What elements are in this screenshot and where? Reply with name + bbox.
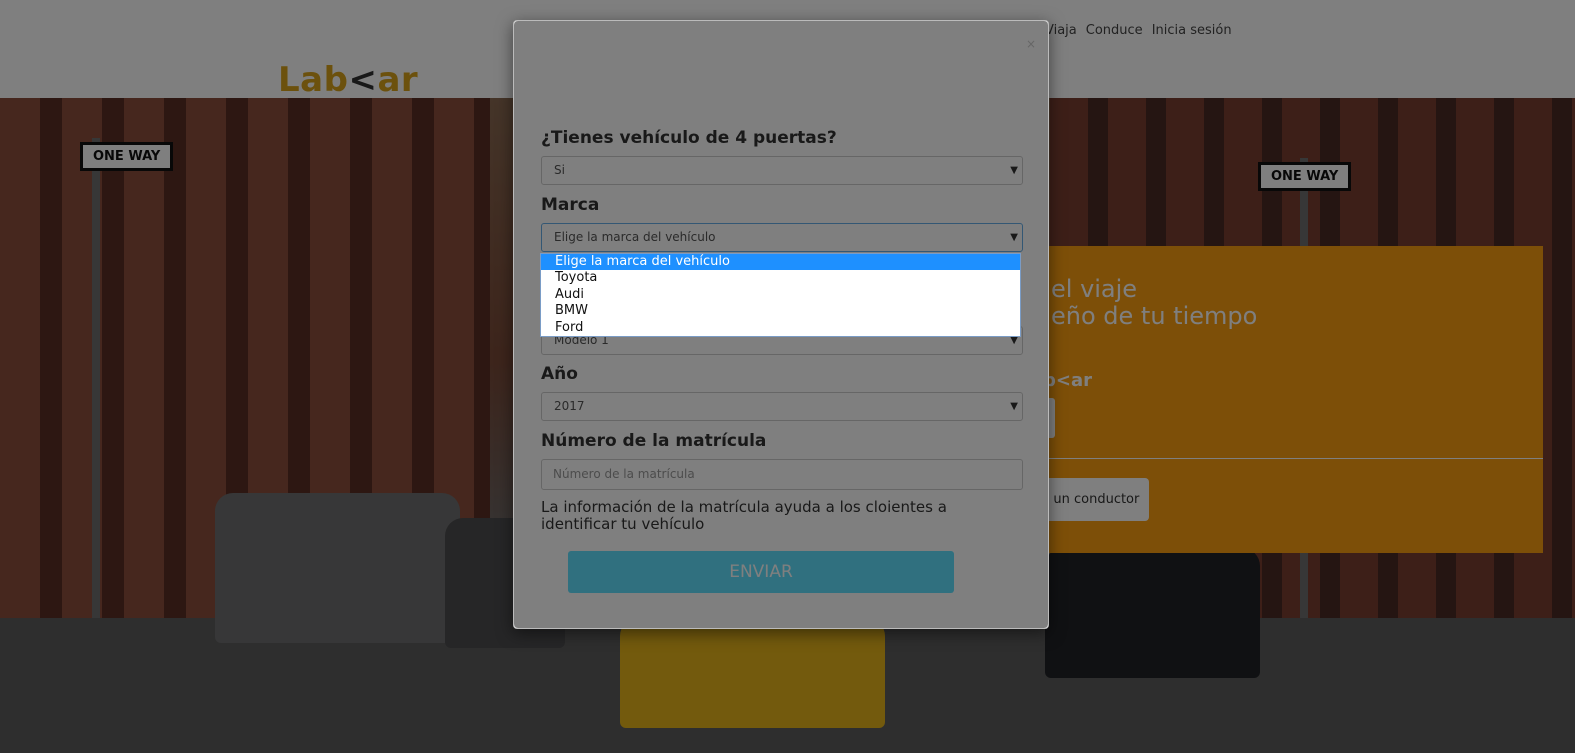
plate-input[interactable]: Número de la matrícula	[541, 459, 1023, 490]
brand-option-bmw[interactable]: BMW	[541, 303, 1020, 319]
brand-option-ford[interactable]: Ford	[541, 320, 1020, 336]
doors-select[interactable]: Si ▼	[541, 156, 1023, 185]
submit-button[interactable]: ENVIAR	[568, 551, 954, 593]
close-icon[interactable]: ×	[1026, 37, 1036, 51]
brand-dropdown-list: Elige la marca del vehículo Toyota Audi …	[540, 253, 1021, 337]
brand-select-value: Elige la marca del vehículo	[554, 230, 716, 244]
modal-header: ×	[514, 21, 1048, 65]
plate-help-text: La información de la matrícula ayuda a l…	[541, 498, 947, 533]
doors-question-label: ¿Tienes vehículo de 4 puertas?	[541, 128, 837, 148]
year-select-value: 2017	[554, 399, 585, 413]
year-select[interactable]: 2017 ▼	[541, 392, 1023, 421]
plate-label: Número de la matrícula	[541, 431, 767, 451]
caret-down-icon: ▼	[1010, 401, 1018, 412]
brand-option-audi[interactable]: Audi	[541, 287, 1020, 303]
brand-option-toyota[interactable]: Toyota	[541, 270, 1020, 286]
brand-label: Marca	[541, 195, 600, 215]
caret-down-icon: ▼	[1010, 232, 1018, 243]
caret-down-icon: ▼	[1010, 165, 1018, 176]
doors-select-value: Si	[554, 163, 565, 177]
brand-option-placeholder[interactable]: Elige la marca del vehículo	[541, 254, 1020, 271]
year-label: Año	[541, 364, 578, 384]
brand-select[interactable]: Elige la marca del vehículo ▼	[541, 223, 1023, 252]
